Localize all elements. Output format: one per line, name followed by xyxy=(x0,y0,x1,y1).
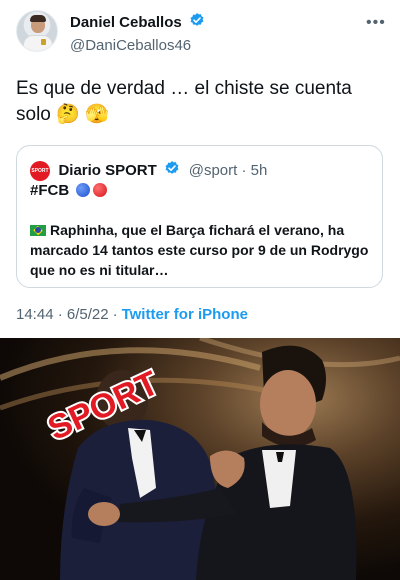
meme-illustration: SPORT xyxy=(0,338,400,580)
quoted-tweet-header: SPORT Diario SPORT @sport · 5h xyxy=(30,160,267,181)
avatar-shirt xyxy=(23,35,53,51)
meta-separator: · xyxy=(112,306,118,323)
quoted-handle-time: @sport · 5h xyxy=(188,162,268,179)
red-circle-emoji-icon xyxy=(93,183,108,197)
quoted-verified-badge-icon xyxy=(164,160,180,181)
meme-image: SPORT xyxy=(0,338,400,580)
tweet-timestamp[interactable]: 14:44 · 6/5/22 xyxy=(16,306,109,323)
brazil-flag-icon xyxy=(30,225,46,236)
sport-logo-icon: SPORT xyxy=(30,160,50,181)
tweet-text: Es que de verdad … el chiste se cuenta s… xyxy=(16,78,352,125)
more-options-icon[interactable]: ••• xyxy=(366,14,386,32)
quoted-body-text: Raphinha, que el Barça fichará el verano… xyxy=(30,222,369,278)
blue-circle-emoji-icon xyxy=(76,183,91,197)
avatar-hair xyxy=(30,15,46,22)
tweet-meta: 14:44 · 6/5/22 · Twitter for iPhone xyxy=(16,306,248,323)
quoted-hashtag[interactable]: #FCB xyxy=(30,182,69,199)
avatar[interactable] xyxy=(16,10,58,52)
tweet-card: Daniel Ceballos @DaniCeballos46 ••• Es q… xyxy=(0,0,400,338)
author-block: Daniel Ceballos @DaniCeballos46 xyxy=(70,12,205,54)
quoted-display-name: Diario SPORT xyxy=(58,162,157,179)
quoted-hashtag-line: #FCB xyxy=(30,182,108,199)
quoted-body: Raphinha, que el Barça fichará el verano… xyxy=(30,220,375,280)
author-handle[interactable]: @DaniCeballos46 xyxy=(70,37,205,54)
avatar-crest xyxy=(41,39,46,45)
author-display-name[interactable]: Daniel Ceballos xyxy=(70,14,182,31)
tweet-source-link[interactable]: Twitter for iPhone xyxy=(122,306,248,323)
quoted-tweet[interactable]: SPORT Diario SPORT @sport · 5h #FCB Raph… xyxy=(16,145,383,288)
verified-badge-icon xyxy=(189,12,205,33)
